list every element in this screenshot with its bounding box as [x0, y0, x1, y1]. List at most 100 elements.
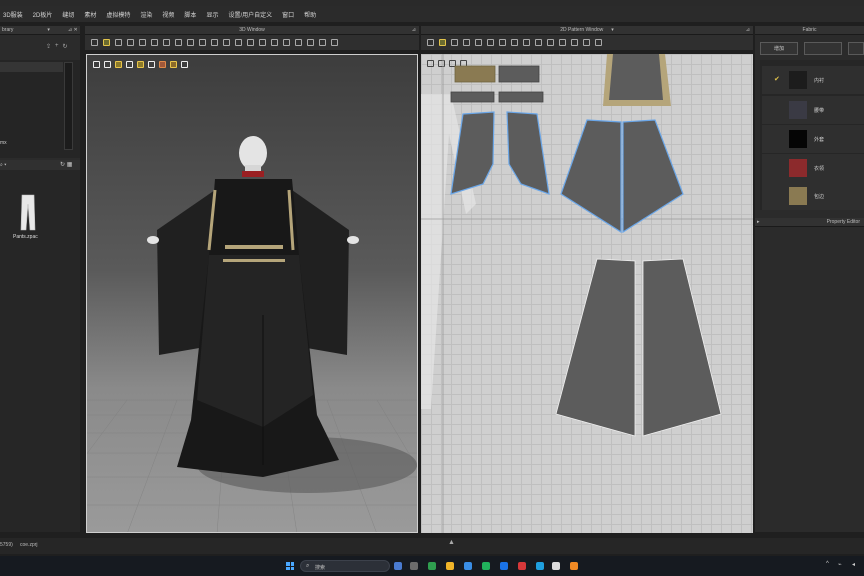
- pants-thumbnail[interactable]: [18, 194, 38, 232]
- fabric-item-collar[interactable]: 衣领: [762, 154, 864, 182]
- button-tool-icon[interactable]: [235, 39, 242, 46]
- fabric-item-belt[interactable]: 腰带: [762, 96, 864, 124]
- taskbar-pycharm-icon[interactable]: [482, 562, 490, 570]
- fabric-copy-button[interactable]: [804, 42, 842, 55]
- 3d-toolbar: [85, 35, 419, 50]
- 3d-window-maximize-icon[interactable]: ⊿: [412, 27, 416, 33]
- fabric-name: 外套: [814, 137, 825, 143]
- tack-tool-icon[interactable]: [127, 39, 134, 46]
- pattern-texture-icon[interactable]: [547, 39, 554, 46]
- pattern-free-sew-icon[interactable]: [523, 39, 530, 46]
- pattern-rectangle-icon[interactable]: [463, 39, 470, 46]
- taskbar-clo3d-active-icon[interactable]: [570, 562, 578, 570]
- add-icon[interactable]: +: [55, 43, 59, 50]
- taskbar-edge-icon[interactable]: [536, 562, 544, 570]
- menu-materials[interactable]: 素材: [79, 10, 101, 19]
- puckering-tool-icon[interactable]: [319, 39, 326, 46]
- library-item-label[interactable]: mx: [0, 140, 7, 146]
- pattern-check-icon[interactable]: [535, 39, 542, 46]
- menu-3d-garment[interactable]: 3D服装: [0, 10, 28, 19]
- zipper-tool-icon[interactable]: [247, 39, 254, 46]
- texture-tool-icon[interactable]: [283, 39, 290, 46]
- library-toolbar: ⇪ + ↻: [46, 43, 68, 50]
- fabric-delete-button[interactable]: [848, 42, 864, 55]
- library-scrollbar[interactable]: [64, 62, 73, 150]
- edit-tool-icon[interactable]: [115, 39, 122, 46]
- pattern-transform-icon[interactable]: [427, 39, 434, 46]
- pants-icon: [20, 194, 36, 231]
- library-view-refresh-icon[interactable]: ↻ ▦: [60, 161, 72, 168]
- taskbar-clo-icon[interactable]: [552, 562, 560, 570]
- select-tool-icon[interactable]: [91, 39, 98, 46]
- fabric-add-button[interactable]: 增加: [760, 42, 798, 55]
- menu-settings[interactable]: 设置/用户自定义: [223, 10, 277, 19]
- taskbar-app-store-icon[interactable]: [428, 562, 436, 570]
- pants-file-label[interactable]: Pants.zpac: [13, 234, 38, 240]
- checkmark-icon: ✔: [774, 76, 780, 83]
- taskbar-app-copilot-icon[interactable]: [394, 562, 402, 570]
- taskbar-wps-icon[interactable]: [518, 562, 526, 570]
- library-pin-icon[interactable]: ⊿ ✕: [68, 27, 78, 33]
- pattern-grading-icon[interactable]: [559, 39, 566, 46]
- pattern-dart-icon[interactable]: [499, 39, 506, 46]
- fold-tool-icon[interactable]: [151, 39, 158, 46]
- seam-tool-icon[interactable]: [187, 39, 194, 46]
- tape-tool-icon[interactable]: [259, 39, 266, 46]
- 2d-window-dropdown-icon[interactable]: ▾: [611, 27, 614, 33]
- library-tree-selected-row[interactable]: [0, 62, 63, 72]
- taskbar-app-icon[interactable]: [500, 562, 508, 570]
- menu-script[interactable]: 脚本: [179, 10, 201, 19]
- fabric-swatch: [789, 187, 807, 205]
- menu-video[interactable]: 视频: [157, 10, 179, 19]
- pattern-polygon-icon[interactable]: [451, 39, 458, 46]
- pattern-garment-icon[interactable]: [595, 39, 602, 46]
- 2d-pattern-viewport[interactable]: [421, 54, 753, 533]
- avatar-measure-icon[interactable]: [271, 39, 278, 46]
- menu-avatar[interactable]: 虚拟模特: [101, 10, 135, 19]
- arrange-tool-icon[interactable]: [163, 39, 170, 46]
- 3d-viewport[interactable]: [86, 54, 418, 533]
- tray-network-icon[interactable]: ⌁: [838, 561, 842, 568]
- pattern-segment-sew-icon[interactable]: [511, 39, 518, 46]
- pattern-pleat-icon[interactable]: [571, 39, 578, 46]
- topstitch-tool-icon[interactable]: [307, 39, 314, 46]
- property-editor-collapse-icon[interactable]: ▸: [757, 219, 760, 225]
- menu-help[interactable]: 帮助: [299, 10, 321, 19]
- taskbar-mail-icon[interactable]: [464, 562, 472, 570]
- menu-2d-pattern[interactable]: 2D板片: [28, 10, 58, 19]
- menu-sewing[interactable]: 缝纫: [57, 10, 79, 19]
- transform-tool-icon[interactable]: [103, 39, 110, 46]
- pattern-circle-icon[interactable]: [475, 39, 482, 46]
- tray-volume-icon[interactable]: ◂: [852, 561, 855, 568]
- refresh-icon[interactable]: ↻: [63, 43, 68, 50]
- fabric-item-binding[interactable]: 包边: [762, 182, 864, 210]
- start-icon[interactable]: [286, 562, 294, 570]
- menu-window[interactable]: 窗口: [277, 10, 299, 19]
- property-editor-title: Property Editor: [826, 219, 860, 225]
- taskbar-file-explorer-icon[interactable]: [446, 562, 454, 570]
- fabric-item-lining[interactable]: ✔ 内衬: [762, 66, 864, 94]
- measure-tool-icon[interactable]: [175, 39, 182, 46]
- menu-render[interactable]: 渲染: [135, 10, 157, 19]
- pattern-edit-icon[interactable]: [439, 39, 446, 46]
- trim-tool-icon[interactable]: [223, 39, 230, 46]
- pin-tool-icon[interactable]: [139, 39, 146, 46]
- upload-icon[interactable]: ⇪: [46, 43, 51, 50]
- line-tool-icon[interactable]: [199, 39, 206, 46]
- menu-display[interactable]: 显示: [201, 10, 223, 19]
- fabric-name: 衣领: [814, 166, 825, 172]
- 3d-window-title: 3D Window: [239, 27, 265, 33]
- expand-up-icon[interactable]: ▲: [448, 539, 455, 546]
- library-dropdown-icon[interactable]: ▾: [47, 27, 50, 33]
- graphic-tool-icon[interactable]: [295, 39, 302, 46]
- tray-chevron-icon[interactable]: ^: [826, 561, 829, 567]
- 2d-window-maximize-icon[interactable]: ⊿: [746, 27, 750, 33]
- taskbar-task-view-icon[interactable]: [410, 562, 418, 570]
- pattern-topstitch-icon[interactable]: [583, 39, 590, 46]
- fabric-item-coat[interactable]: 外套: [762, 125, 864, 153]
- library-search-icon[interactable]: ⌕ ▾: [0, 162, 6, 168]
- stretch-tool-icon[interactable]: [331, 39, 338, 46]
- curve-tool-icon[interactable]: [211, 39, 218, 46]
- taskbar-search[interactable]: ⌕ 搜索: [300, 560, 390, 572]
- pattern-internal-icon[interactable]: [487, 39, 494, 46]
